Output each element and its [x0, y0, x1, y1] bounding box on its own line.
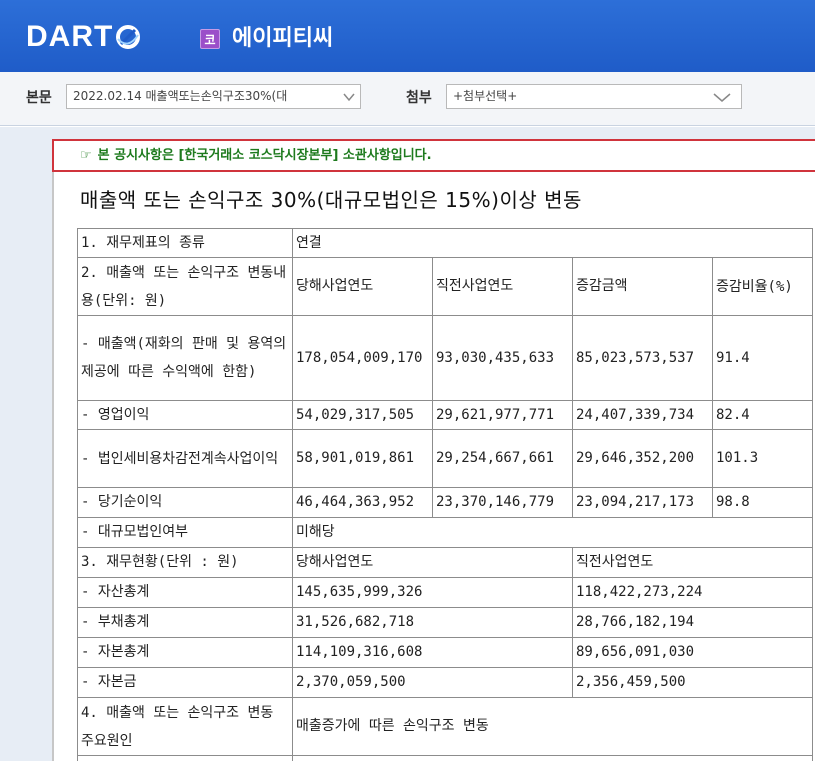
notice-text: 본 공시사항은 [한국거래소 코스닥시장본부] 소관사항입니다. [97, 148, 432, 163]
row-label: - 영업이익 [77, 400, 293, 430]
row-label: 4. 매출액 또는 손익구조 변동 주요원인 [77, 697, 293, 756]
cell-current: 31,526,682,718 [292, 607, 573, 638]
row-label: - 자본금 [77, 667, 293, 698]
row-label [77, 755, 293, 761]
disclosure-table: 1. 재무제표의 종류 연결 2. 매출액 또는 손익구조 변동내용(단위: 원… [77, 228, 814, 761]
body-select-value: 2022.02.14 매출액또는손익구조30%(대 [73, 89, 288, 103]
chevron-down-icon [338, 91, 360, 103]
table-row: - 자본총계 114,109,316,608 89,656,091,030 [77, 637, 814, 668]
cell-prev: 29,254,667,661 [432, 429, 573, 488]
table-row: 1. 재무제표의 종류 연결 [77, 228, 814, 258]
document-title: 매출액 또는 손익구조 30%(대규모법인은 15%)이상 변동 [80, 188, 582, 212]
table-row: - 당기순이익 46,464,363,952 23,370,146,779 23… [77, 487, 814, 518]
cell-current: 145,635,999,326 [292, 577, 573, 608]
row-value [291, 755, 814, 761]
row-label: - 법인세비용차감전계속사업이익 [77, 429, 293, 488]
cell-rate: 91.4 [711, 315, 814, 401]
table-row: - 대규모법인여부 미해당 [77, 517, 814, 548]
cell-prev: 28,766,182,194 [571, 607, 814, 638]
row-value: 미해당 [291, 517, 814, 548]
app-header: DART 코 에이피티씨 [0, 0, 815, 72]
row-label: - 부채총계 [77, 607, 293, 638]
attach-label: 첨부 [406, 90, 432, 106]
table-row: 4. 매출액 또는 손익구조 변동 주요원인 매출증가에 따른 손익구조 변동 [77, 697, 814, 756]
jurisdiction-notice: ☞ 본 공시사항은 [한국거래소 코스닥시장본부] 소관사항입니다. [52, 139, 815, 172]
logo-ring-icon [116, 25, 141, 49]
attach-select-value: +첨부선택+ [453, 89, 518, 103]
table-row: 2. 매출액 또는 손익구조 변동내용(단위: 원) 당해사업연도 직전사업연도… [77, 257, 814, 316]
cell-prev: 23,370,146,779 [432, 487, 573, 518]
cell-rate: 101.3 [711, 429, 814, 488]
cell-rate: 82.4 [711, 400, 814, 430]
cell-current: 2,370,059,500 [292, 667, 573, 698]
cell-prev: 29,621,977,771 [432, 400, 573, 430]
column-header: 증감금액 [572, 257, 713, 316]
cell-current: 178,054,009,170 [292, 315, 433, 401]
table-row: - 매출액(재화의 판매 및 용역의 제공에 따른 수익액에 한함) 178,0… [77, 315, 814, 401]
kosdaq-market-badge: 코 [200, 29, 220, 49]
row-label: - 자산총계 [77, 577, 293, 608]
table-row: - 법인세비용차감전계속사업이익 58,901,019,861 29,254,6… [77, 429, 814, 488]
cell-change: 29,646,352,200 [572, 429, 713, 488]
cell-change: 23,094,217,173 [572, 487, 713, 518]
row-label: - 자본총계 [77, 637, 293, 668]
body-select[interactable]: 2022.02.14 매출액또는손익구조30%(대 [66, 84, 361, 109]
row-label: - 대규모법인여부 [77, 517, 293, 548]
attach-select[interactable]: +첨부선택+ [446, 84, 742, 109]
row-value: 매출증가에 따른 손익구조 변동 [291, 697, 814, 756]
cell-prev: 89,656,091,030 [571, 637, 814, 668]
table-row: 3. 재무현황(단위 : 원) 당해사업연도 직전사업연도 [77, 547, 814, 578]
dart-logo[interactable]: DART [26, 20, 141, 54]
table-row: - 부채총계 31,526,682,718 28,766,182,194 [77, 607, 814, 638]
column-header: 당해사업연도 [292, 547, 573, 578]
table-row [77, 755, 814, 761]
table-row: - 영업이익 54,029,317,505 29,621,977,771 24,… [77, 400, 814, 430]
cell-current: 46,464,363,952 [292, 487, 433, 518]
row-label: - 매출액(재화의 판매 및 용역의 제공에 따른 수익액에 한함) [77, 315, 293, 401]
table-row: - 자산총계 145,635,999,326 118,422,273,224 [77, 577, 814, 608]
column-header: 당해사업연도 [292, 257, 433, 316]
document-toolbar: 본문 2022.02.14 매출액또는손익구조30%(대 첨부 +첨부선택+ [0, 72, 815, 126]
cell-prev: 2,356,459,500 [571, 667, 814, 698]
hand-pointer-icon: ☞ [80, 148, 92, 163]
row-label: 3. 재무현황(단위 : 원) [77, 547, 293, 578]
cell-change: 24,407,339,734 [572, 400, 713, 430]
company-title: 코 에이피티씨 [200, 24, 333, 54]
company-name[interactable]: 에이피티씨 [232, 24, 333, 54]
column-header: 직전사업연도 [432, 257, 573, 316]
cell-change: 85,023,573,537 [572, 315, 713, 401]
column-header: 증감비율(%) [711, 257, 814, 316]
row-value: 연결 [291, 228, 814, 258]
logo-text: DART [26, 20, 114, 53]
row-label: 1. 재무제표의 종류 [77, 228, 293, 258]
table-row: - 자본금 2,370,059,500 2,356,459,500 [77, 667, 814, 698]
cell-rate: 98.8 [711, 487, 814, 518]
cell-current: 114,109,316,608 [292, 637, 573, 668]
cell-current: 54,029,317,505 [292, 400, 433, 430]
row-label: - 당기순이익 [77, 487, 293, 518]
cell-prev: 118,422,273,224 [571, 577, 814, 608]
body-label: 본문 [26, 90, 52, 106]
chevron-down-icon [713, 93, 731, 102]
column-header: 직전사업연도 [571, 547, 814, 578]
row-label: 2. 매출액 또는 손익구조 변동내용(단위: 원) [77, 257, 293, 316]
cell-current: 58,901,019,861 [292, 429, 433, 488]
cell-prev: 93,030,435,633 [432, 315, 573, 401]
